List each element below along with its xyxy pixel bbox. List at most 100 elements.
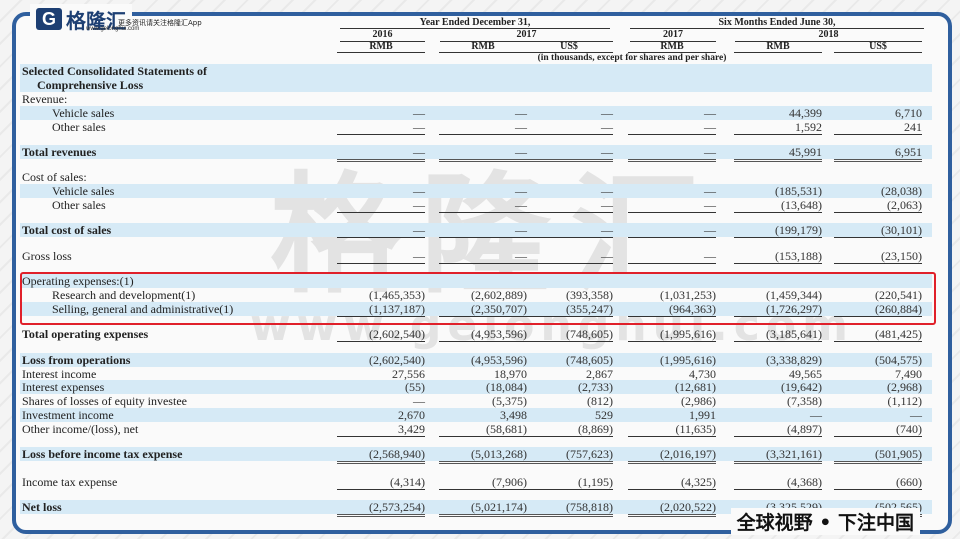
cell-value: (4,897) xyxy=(734,422,822,437)
header-currency: RMB xyxy=(369,41,393,52)
table-row: Vehicle sales — — — — 44,399 6,710 xyxy=(20,106,932,120)
cell-value: (3,185,641) xyxy=(734,327,822,342)
cell-value: (2,986) xyxy=(681,394,716,408)
row-label: Shares of losses of equity investee xyxy=(22,394,187,408)
cell-value: (55) xyxy=(405,380,425,394)
cell-value: (757,623) xyxy=(525,447,613,464)
cell-value: (8,869) xyxy=(525,422,613,437)
logo: G 格隆汇 www.gelonghui.com xyxy=(30,4,139,34)
row-label: Net loss xyxy=(22,500,62,514)
cell-value: — xyxy=(628,145,716,162)
cell-value: 6,710 xyxy=(895,106,922,120)
cell-value: 2,867 xyxy=(586,367,613,381)
cell-value: 1,592 xyxy=(734,120,822,135)
header-year: 2018 xyxy=(818,29,839,40)
header-currency: RMB xyxy=(471,41,495,52)
cell-value: 3,498 xyxy=(500,408,527,422)
table-row: Income tax expense (4,314) (7,906) (1,195) (… xyxy=(20,475,932,490)
table-row: Vehicle sales — — — — (185,531) (28,038) xyxy=(20,184,932,198)
row-label: Loss before income tax expense xyxy=(22,447,183,461)
cell-value: (2,602,540) xyxy=(369,353,425,367)
header-currency: US$ xyxy=(560,41,578,52)
cell-value: (1,995,616) xyxy=(660,353,716,367)
cell-value: (748,605) xyxy=(566,353,613,367)
cell-value: — xyxy=(337,223,425,238)
cell-value: (5,375) xyxy=(492,394,527,408)
cell-value: (758,818) xyxy=(525,500,613,517)
cell-value: — xyxy=(601,106,613,120)
units-note: (in thousands, except for shares and per… xyxy=(537,53,727,63)
cell-value: (1,112) xyxy=(887,394,922,408)
cell-value: — xyxy=(601,184,613,198)
cell-value: (740) xyxy=(834,422,922,437)
row-label: Vehicle sales xyxy=(52,106,115,120)
table-row: Interest expenses (55) (18,084) (2,733) (12,… xyxy=(20,380,932,394)
cell-value: — xyxy=(337,145,425,162)
row-label: Total revenues xyxy=(22,145,97,159)
cell-value: (5,021,174) xyxy=(439,500,527,517)
cell-value: (1,195) xyxy=(525,475,613,490)
row-label: Other sales xyxy=(52,120,106,134)
row-label: Total operating expenses xyxy=(22,327,149,341)
cell-value: (3,321,161) xyxy=(734,447,822,464)
cell-value: — xyxy=(337,249,425,264)
table-row: Total revenues — — — —45,991 6,951 xyxy=(20,145,932,162)
cell-value: (13,648) xyxy=(734,198,822,213)
cell-value: (185,531) xyxy=(775,184,822,198)
cell-value: (12,681) xyxy=(675,380,716,394)
cell-value: 44,399 xyxy=(789,106,822,120)
cell-value: — xyxy=(704,106,716,120)
cell-value: (2,968) xyxy=(887,380,922,394)
cell-value: — xyxy=(628,198,716,213)
cell-value: 2,670 xyxy=(398,408,425,422)
cell-value: (2,020,522) xyxy=(628,500,716,517)
footer-slogan: 全球视野 • 下注中国 xyxy=(730,508,920,535)
cell-value: — xyxy=(525,198,613,213)
cell-value: 49,565 xyxy=(789,367,822,381)
table-row: Revenue: xyxy=(20,92,932,106)
cell-value: — xyxy=(515,184,527,198)
cell-value: — xyxy=(439,145,527,162)
header-year-ended: Year Ended December 31, xyxy=(419,17,531,28)
table-row: Cost of sales: xyxy=(20,170,932,184)
cell-value: 1,991 xyxy=(689,408,716,422)
cell-value: (660) xyxy=(834,475,922,490)
cell-value: (4,953,596) xyxy=(439,327,527,342)
cell-value: 529 xyxy=(595,408,613,422)
table-row: Shares of losses of equity investee — (5,3… xyxy=(20,394,932,408)
cell-value: (2,573,254) xyxy=(337,500,425,517)
cell-value: — xyxy=(413,184,425,198)
cell-value: (58,681) xyxy=(439,422,527,437)
logo-icon: G xyxy=(36,8,62,30)
cell-value: — xyxy=(439,223,527,238)
cell-value: — xyxy=(628,120,716,135)
cell-value: — xyxy=(525,223,613,238)
row-label: Other sales xyxy=(52,198,106,212)
cell-value: (2,568,940) xyxy=(337,447,425,464)
cell-value: (4,314) xyxy=(337,475,425,490)
cell-value: — xyxy=(525,249,613,264)
cell-value: — xyxy=(337,198,425,213)
cell-value: (3,338,829) xyxy=(766,353,822,367)
cell-value: — xyxy=(704,184,716,198)
cell-value: — xyxy=(810,408,822,422)
cell-value: 45,991 xyxy=(734,145,822,162)
cell-value: — xyxy=(413,106,425,120)
row-label: Comprehensive Loss xyxy=(37,78,144,92)
table-row: Total cost of sales — — — — (199,179) (30,101) xyxy=(20,223,932,238)
cell-value: (153,188) xyxy=(734,249,822,264)
cell-value: — xyxy=(515,106,527,120)
table-row: Other sales — — — —1,592 241 xyxy=(20,120,932,135)
cell-value: (28,038) xyxy=(881,184,922,198)
table-row: Selected Consolidated Statements of xyxy=(20,64,932,78)
row-label: Cost of sales: xyxy=(22,170,87,184)
header-six-months: Six Months Ended June 30, xyxy=(718,17,836,28)
cell-value: 6,951 xyxy=(834,145,922,162)
row-label: Interest expenses xyxy=(22,380,105,394)
table-row: Gross loss — — — — (153,188) (23,150) xyxy=(20,249,932,264)
cell-value: — xyxy=(413,394,425,408)
cell-value: (504,575) xyxy=(875,353,922,367)
cell-value: (748,605) xyxy=(525,327,613,342)
cell-value: — xyxy=(525,120,613,135)
cell-value: 27,556 xyxy=(392,367,425,381)
